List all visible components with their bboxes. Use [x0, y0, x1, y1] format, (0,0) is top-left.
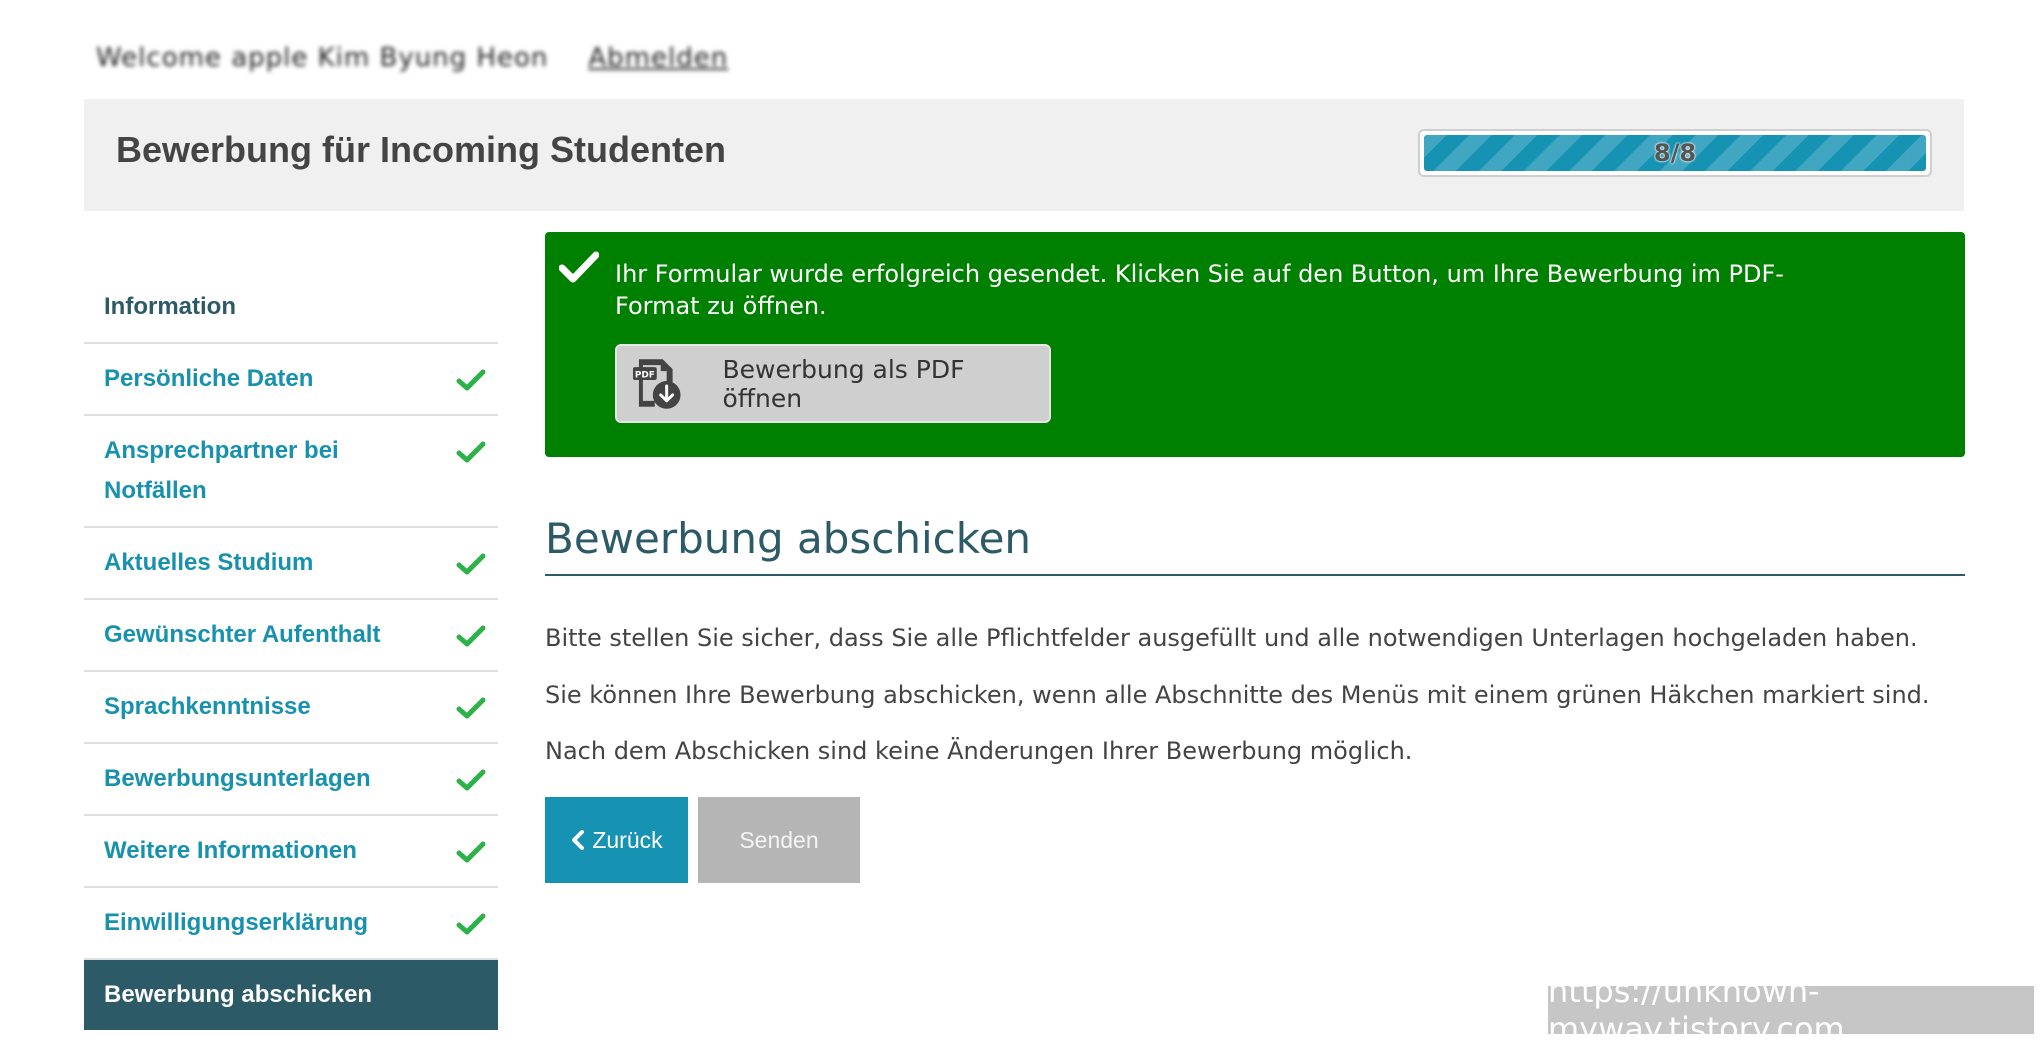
- sidebar-item-label: Einwilligungserklärung: [104, 909, 369, 936]
- section-title: Bewerbung abschicken: [545, 514, 1032, 563]
- instruction-text-1: Bitte stellen Sie sicher, dass Sie alle …: [545, 624, 1918, 652]
- sidebar-item-label: Sprachkenntnisse: [104, 693, 311, 720]
- check-icon: [456, 553, 486, 575]
- back-button[interactable]: Zurück: [545, 797, 688, 883]
- sidebar-item-label: Aktuelles Studium: [104, 549, 314, 576]
- progress-bar: 8/8: [1418, 129, 1932, 177]
- checkmark-icon: [559, 251, 599, 283]
- page-header: Bewerbung für Incoming Studenten 8/8: [84, 99, 1964, 211]
- sidebar-item-bewerbung-abschicken[interactable]: Bewerbung abschicken: [84, 960, 498, 1030]
- user-name: Welcome apple Kim Byung Heon: [96, 43, 549, 73]
- sidebar-item-aktuelles-studium[interactable]: Aktuelles Studium: [84, 528, 498, 600]
- sidebar-item-label: Weitere Informationen: [104, 837, 357, 864]
- sidebar-item-persoenliche-daten[interactable]: Persönliche Daten: [84, 344, 498, 416]
- check-icon: [456, 769, 486, 791]
- sidebar-item-weitere-informationen[interactable]: Weitere Informationen: [84, 816, 498, 888]
- check-icon: [456, 625, 486, 647]
- instruction-text-2: Sie können Ihre Bewerbung abschicken, we…: [545, 681, 1930, 709]
- chevron-left-icon: [572, 830, 585, 850]
- sidebar-item-label: Bewerbungsunterlagen: [104, 765, 371, 792]
- check-icon: [456, 841, 486, 863]
- sidebar-item-information[interactable]: Information: [84, 272, 498, 344]
- open-pdf-label: Bewerbung als PDF öffnen: [722, 354, 965, 413]
- section-divider: [545, 574, 1965, 576]
- sidebar-item-label: Ansprechpartner bei Notfällen: [104, 437, 339, 504]
- pdf-icon-label: PDF: [635, 370, 655, 380]
- sidebar-item-bewerbungsunterlagen[interactable]: Bewerbungsunterlagen: [84, 744, 498, 816]
- sidebar-nav: Information Persönliche Daten Ansprechpart…: [84, 272, 498, 1030]
- check-icon: [456, 441, 486, 463]
- progress-track: 8/8: [1424, 135, 1926, 171]
- sidebar-item-label: Information: [104, 293, 236, 320]
- success-alert: Ihr Formular wurde erfolgreich gesendet.…: [545, 232, 1965, 457]
- sidebar-item-ansprechpartner-bei-notfaellen[interactable]: Ansprechpartner bei Notfällen: [84, 416, 498, 528]
- sidebar-item-sprachkenntnisse[interactable]: Sprachkenntnisse: [84, 672, 498, 744]
- instruction-text-3: Nach dem Abschicken sind keine Änderunge…: [545, 737, 1413, 765]
- check-icon: [456, 369, 486, 391]
- send-button-label: Senden: [739, 826, 819, 853]
- back-button-label: Zurück: [592, 826, 663, 853]
- send-button[interactable]: Senden: [698, 797, 860, 883]
- pdf-download-icon: PDF: [632, 358, 681, 409]
- logout-link[interactable]: Abmelden: [588, 43, 728, 73]
- sidebar-item-label: Persönliche Daten: [104, 365, 314, 392]
- sidebar-item-label: Bewerbung abschicken: [104, 981, 373, 1008]
- progress-text: 8/8: [1653, 139, 1697, 167]
- watermark: https://unknown-myway.tistory.com: [1548, 972, 2034, 1048]
- sidebar-item-label: Gewünschter Aufenthalt: [104, 621, 381, 648]
- open-pdf-button[interactable]: PDF Bewerbung als PDF öffnen: [615, 344, 1051, 423]
- sidebar-item-einwilligungserklaerung[interactable]: Einwilligungserklärung: [84, 888, 498, 960]
- user-bar: Welcome apple Kim Byung Heon Abmelden: [96, 38, 728, 78]
- check-icon: [456, 913, 486, 935]
- success-message: Ihr Formular wurde erfolgreich gesendet.…: [615, 260, 1784, 320]
- page-title: Bewerbung für Incoming Studenten: [116, 129, 726, 170]
- sidebar-item-gewuenschter-aufenthalt[interactable]: Gewünschter Aufenthalt: [84, 600, 498, 672]
- check-icon: [456, 697, 486, 719]
